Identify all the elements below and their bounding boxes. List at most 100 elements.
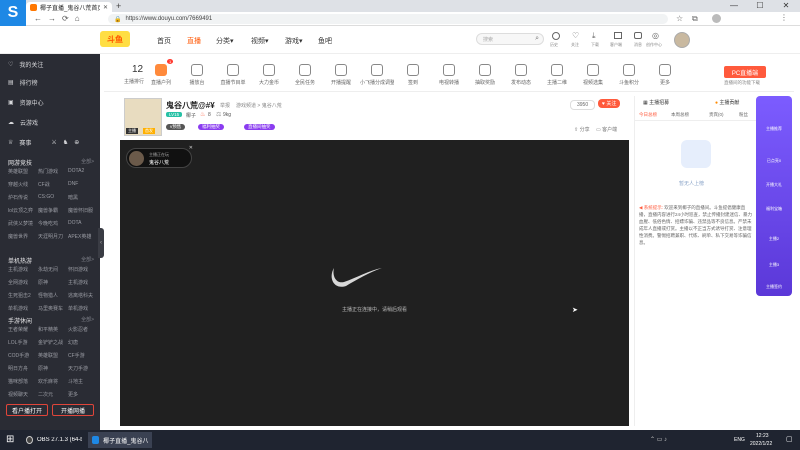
sidebar-game-link[interactable]: APEX英雄 bbox=[68, 233, 91, 240]
sidebar-game-link[interactable]: 逃离塔科夫 bbox=[68, 292, 93, 299]
sidebar-game-link[interactable]: CS:GO bbox=[38, 194, 54, 200]
follow-button[interactable]: ♥ 关注 bbox=[598, 99, 621, 108]
sidebar-game-link[interactable]: 视频聊天 bbox=[8, 391, 28, 398]
menu-icon[interactable]: ⋮ bbox=[780, 13, 788, 22]
nav-home[interactable]: 首页 bbox=[157, 36, 171, 46]
sidebar-game-link[interactable]: 火影忍者 bbox=[68, 326, 88, 333]
sidebar-game-link[interactable]: 幻唐 bbox=[68, 339, 78, 346]
sidebar-item-events[interactable]: ♕ 赛事 ⚔ ♞ ⊕ bbox=[8, 138, 79, 147]
sidebar-game-link[interactable]: 永劫无间 bbox=[38, 266, 58, 273]
taskbar-browser[interactable]: 椰子直播_鬼谷八... bbox=[88, 432, 152, 448]
subtab-fans[interactable]: 粉丝 bbox=[739, 112, 748, 118]
subtab-week[interactable]: 本周总榜 bbox=[671, 112, 689, 118]
promo-item-6[interactable]: 主播签约 bbox=[758, 284, 790, 290]
sidebar-game-link[interactable]: 猫咪部落 bbox=[8, 378, 28, 385]
star-icon[interactable]: ☆ bbox=[676, 14, 683, 23]
toolbar-item[interactable]: 签到 bbox=[396, 64, 430, 86]
url-input[interactable]: 🔒 https://www.douyu.com/7669491 bbox=[108, 14, 668, 24]
promo-item-1[interactable]: 已点亮0 bbox=[758, 158, 790, 164]
toolbar-item[interactable]: 播放台 bbox=[180, 64, 214, 86]
client-icon[interactable] bbox=[614, 32, 622, 39]
sidebar-item-cloud-game[interactable]: ☁ 云游戏 bbox=[8, 118, 38, 127]
sidebar-game-link[interactable]: DNF bbox=[68, 181, 78, 187]
sidebar-game-link[interactable]: 明日方舟 bbox=[8, 365, 28, 372]
sidebar-game-link[interactable]: 武侠乂梦境 bbox=[8, 220, 33, 227]
nav-video[interactable]: 视频▾ bbox=[251, 36, 269, 46]
section-more-mobile[interactable]: 全部> bbox=[81, 316, 94, 323]
client-button[interactable]: ▭ 客户端 bbox=[596, 126, 617, 133]
streamer-avatar[interactable]: 主播 首发 bbox=[124, 98, 162, 136]
sidebar-game-link[interactable]: 原神 bbox=[38, 279, 48, 286]
maximize-button[interactable]: ☐ bbox=[748, 0, 772, 12]
sidebar-game-link[interactable]: 热门游戏 bbox=[38, 168, 58, 175]
sidebar-item-resources[interactable]: ▣ 资源中心 bbox=[8, 98, 44, 107]
sidebar-game-link[interactable]: 单机游戏 bbox=[8, 305, 28, 312]
tag-room-lottery[interactable]: 直播间抽奖 bbox=[244, 124, 275, 130]
toolbar-item[interactable]: 开播提醒 bbox=[324, 64, 358, 86]
sidebar-game-link[interactable]: 主机游戏 bbox=[68, 279, 88, 286]
section-more-single[interactable]: 全部> bbox=[81, 256, 94, 263]
close-tab-icon[interactable]: ✕ bbox=[103, 4, 108, 11]
pc-live-button[interactable]: PC直播端 bbox=[724, 66, 766, 78]
volume-icon[interactable]: ♪ bbox=[664, 437, 667, 443]
nav-games[interactable]: 游戏▾ bbox=[285, 36, 303, 46]
windows-start-icon[interactable]: ⊞ bbox=[6, 434, 14, 446]
subtab-vip[interactable]: 贵宾(0) bbox=[709, 112, 724, 118]
sidebar-game-link[interactable]: 魔兽争霸 bbox=[38, 207, 58, 214]
video-player[interactable]: 主播正在玩 鬼谷八荒 ✕ 主播正在连接中，请稍后观看 ➤ bbox=[120, 140, 629, 426]
share-button[interactable]: ⇪ 分享 bbox=[574, 126, 590, 133]
nav-fishbar[interactable]: 鱼吧 bbox=[318, 36, 332, 46]
nav-category[interactable]: 分类▾ bbox=[216, 36, 234, 46]
douyu-logo[interactable]: 斗鱼 bbox=[100, 31, 130, 47]
sidebar-open-button[interactable]: 看户播打开 bbox=[6, 404, 48, 416]
sidebar-collapse-handle[interactable]: ‹ bbox=[98, 228, 104, 258]
sidebar-game-link[interactable]: CF手游 bbox=[68, 352, 85, 359]
sidebar-game-link[interactable]: 炉石传说 bbox=[8, 194, 28, 201]
chat-tab-recruit[interactable]: ▦ 主播招募 bbox=[643, 99, 669, 106]
taskbar-obs[interactable]: OBS 27.1.3 (64-bit... bbox=[22, 432, 86, 448]
tag-lottery[interactable]: 福利抽奖 bbox=[198, 124, 224, 130]
sidebar-game-link[interactable]: 王者荣耀 bbox=[8, 326, 28, 333]
language-indicator[interactable]: ENG bbox=[734, 437, 745, 443]
follow-icon[interactable]: ♡ bbox=[572, 32, 579, 40]
clock-date[interactable]: 2022/1/22 bbox=[750, 441, 772, 447]
sidebar-game-link[interactable]: 魔兽世界 bbox=[8, 233, 28, 240]
message-icon[interactable] bbox=[634, 32, 642, 39]
toolbar-item[interactable]: 主播二维 bbox=[540, 64, 574, 86]
sidebar-game-link[interactable]: 生死狙击2 bbox=[8, 292, 31, 299]
sidebar-game-link[interactable]: 欢乐麻将 bbox=[38, 378, 58, 385]
nav-live[interactable]: 直播 bbox=[187, 36, 201, 46]
toolbar-item[interactable]: 直播节目单 bbox=[216, 64, 250, 86]
toolbar-item[interactable]: 1 直播户列 bbox=[144, 59, 178, 86]
new-tab-button[interactable]: + bbox=[116, 1, 121, 11]
sidebar-game-link[interactable]: DOTA bbox=[68, 220, 82, 226]
search-input[interactable]: 搜索 bbox=[483, 36, 493, 43]
toolbar-item[interactable]: 抽取奖励 bbox=[468, 64, 502, 86]
sidebar-item-following[interactable]: ♡ 我的关注 bbox=[8, 60, 43, 69]
rank-label[interactable]: 主播排行 bbox=[124, 78, 144, 85]
sidebar-game-link[interactable]: COD手游 bbox=[8, 352, 29, 359]
sidebar-game-link[interactable]: 魔兽怀旧服 bbox=[68, 207, 93, 214]
profile-icon[interactable] bbox=[712, 14, 721, 23]
sidebar-broadcast-button[interactable]: 开播网播 bbox=[52, 404, 94, 416]
toolbar-item[interactable]: 视频选集 bbox=[576, 64, 610, 86]
minimize-button[interactable]: — bbox=[722, 0, 746, 12]
sidebar-game-link[interactable]: 怪物猎人 bbox=[38, 292, 58, 299]
sidebar-game-link[interactable]: 更多 bbox=[68, 391, 78, 398]
sidebar-game-link[interactable]: CF战 bbox=[38, 181, 50, 188]
sidebar-game-link[interactable]: 原神 bbox=[38, 365, 48, 372]
sidebar-item-ranking[interactable]: ▤ 排行榜 bbox=[8, 78, 38, 87]
sidebar-game-link[interactable]: 和平精英 bbox=[38, 326, 58, 333]
sidebar-game-link[interactable]: 怀旧游戏 bbox=[68, 266, 88, 273]
sidebar-game-link[interactable]: 英雄联盟 bbox=[38, 352, 58, 359]
notification-icon[interactable]: ▢ bbox=[786, 435, 793, 443]
sidebar-game-link[interactable]: lol云顶之弈 bbox=[8, 207, 33, 214]
history-icon[interactable] bbox=[552, 32, 560, 40]
toolbar-item[interactable]: 斗鱼积分 bbox=[612, 64, 646, 86]
toolbar-item[interactable]: 小飞播分成调整 bbox=[360, 64, 394, 86]
subtab-today[interactable]: 今日总榜 bbox=[639, 112, 657, 118]
close-window-button[interactable]: ✕ bbox=[774, 0, 798, 12]
toolbar-item[interactable]: 电视转播 bbox=[432, 64, 466, 86]
sidebar-game-link[interactable]: 金铲铲之战 bbox=[38, 339, 63, 346]
chevron-up-icon[interactable]: ⌃ bbox=[650, 437, 655, 443]
